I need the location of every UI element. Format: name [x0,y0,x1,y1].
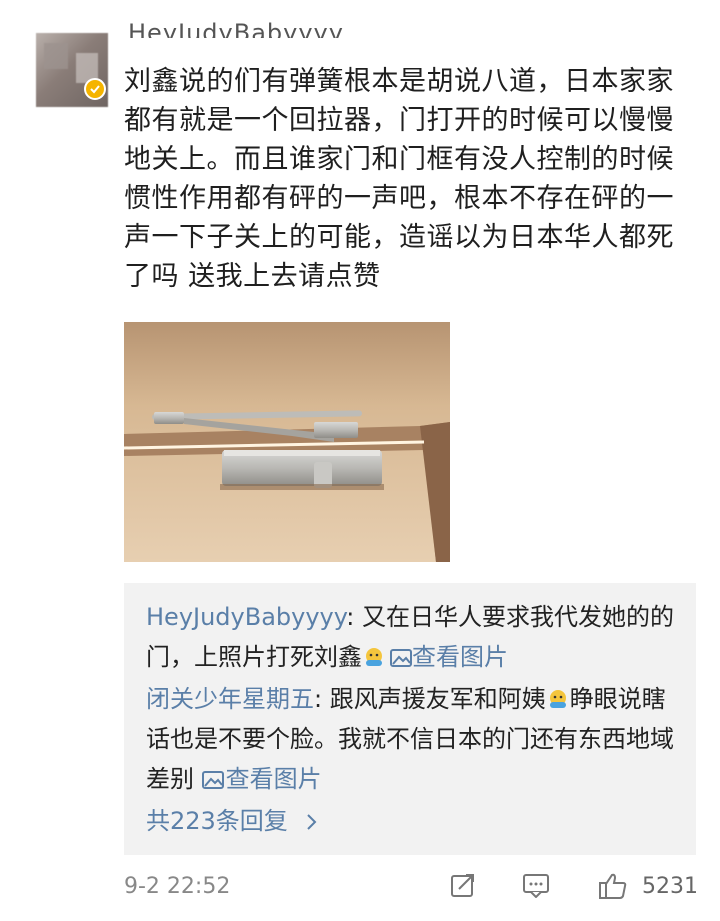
view-image-link[interactable]: 查看图片 [201,765,322,793]
comment-username[interactable]: HeyJudyBabyyyy [128,16,344,38]
reply-item[interactable]: 闭关少年星期五: 跟风声援友军和阿姨 睁眼说瞎话也是不要个脸。我就不信日本的门还有… [146,679,676,799]
comment-text: 刘鑫说的们有弹簧根本是胡说八道，日本家家都有就是一个回拉器，门打开的时候可以慢慢… [124,66,674,292]
door-closer-photo[interactable] [124,322,450,562]
like-count: 5231 [642,874,698,899]
reply-username[interactable]: HeyJudyBabyyyy [146,603,346,631]
view-image-link[interactable]: 查看图片 [386,643,508,671]
emoji-icon [547,682,569,708]
comment-timestamp: 9-2 22:52 [124,874,231,899]
thumbs-up-icon[interactable] [598,872,628,904]
reply-item[interactable]: HeyJudyBabyyyy: 又在日华人要求我代发她的的门，上照片打死刘鑫 查看… [146,597,676,677]
chevron-right-icon [307,814,317,830]
emoji-icon [363,640,385,666]
replies-box[interactable]: HeyJudyBabyyyy: 又在日华人要求我代发她的的门，上照片打死刘鑫 查看… [124,583,696,855]
reply-username[interactable]: 闭关少年星期五 [146,685,314,713]
share-icon[interactable] [450,872,476,902]
verified-badge-icon [84,78,106,100]
comment-icon[interactable] [522,872,550,902]
more-replies-link[interactable]: 共223条回复 [146,801,319,836]
